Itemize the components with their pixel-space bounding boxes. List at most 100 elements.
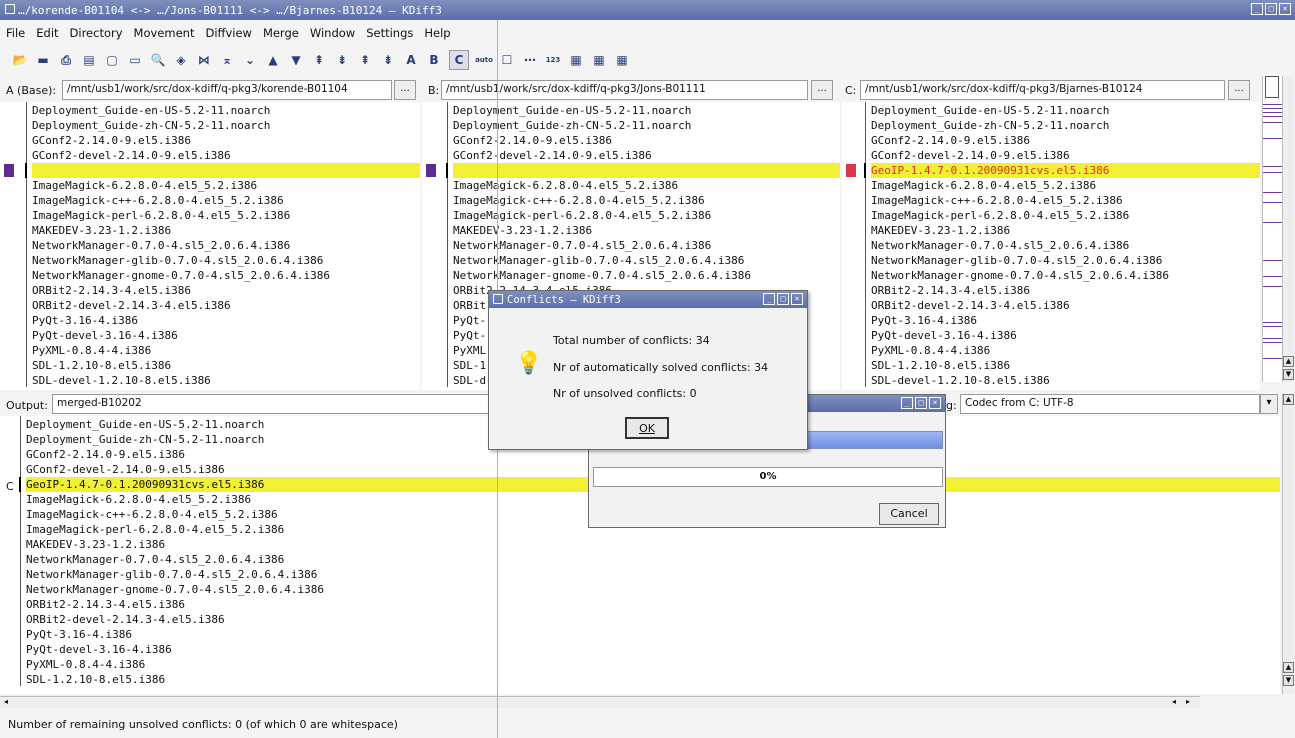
diff-line: PyXML-0.8.4-4.i386 (871, 344, 991, 357)
split-icon[interactable]: ⋯ (522, 52, 538, 68)
menu-diffview[interactable]: Diffview (199, 26, 256, 40)
diff-line: ORBit2-devel-2.14.3-4.el5.i386 (871, 299, 1070, 312)
scroll-left2-icon[interactable]: ◂ (1172, 697, 1176, 706)
overview-strip[interactable] (1262, 76, 1283, 382)
select-a-icon[interactable]: ⇟ (380, 52, 396, 68)
menu-movement[interactable]: Movement (128, 26, 200, 40)
save-icon[interactable]: ▬ (35, 52, 51, 68)
diff-line: Deployment_Guide-en-US-5.2-11.noarch (453, 104, 692, 117)
horizontal-scrollbar[interactable]: ◂ ◂ ▸ (0, 696, 1200, 708)
toolbar-icon-25[interactable]: ▦ (591, 52, 607, 68)
window-menu-icon[interactable] (5, 4, 15, 14)
diff-pane-c[interactable]: Deployment_Guide-en-US-5.2-11.noarch Depl… (842, 102, 1260, 390)
encoding-select[interactable]: Codec from C: UTF-8 (960, 394, 1260, 414)
open-icon[interactable]: 📂 (12, 52, 28, 68)
conflict-marker[interactable] (846, 164, 856, 177)
diff-line: SDL-d (453, 374, 487, 387)
diff-line: MAKEDEV-3.23-1.2.i386 (453, 224, 593, 237)
diff-line: Deployment_Guide-zh-CN-5.2-11.noarch (26, 433, 265, 446)
output-scroll-up-icon[interactable]: ▲ (1283, 394, 1294, 405)
maximize-icon[interactable]: □ (1265, 3, 1277, 15)
show-linenumbers-icon[interactable]: ☐ (499, 52, 515, 68)
dialog-maximize-icon[interactable]: □ (777, 293, 789, 305)
progress-maximize-icon[interactable]: □ (915, 397, 927, 409)
go-next-conflict-icon[interactable]: ⇞ (311, 52, 327, 68)
diff-line: GConf2-devel-2.14.0-9.el5.i386 (32, 149, 231, 162)
diff-line: GConf2-2.14.0-9.el5.i386 (26, 448, 185, 461)
minimize-icon[interactable]: _ (1251, 3, 1263, 15)
menu-merge[interactable]: Merge (257, 26, 304, 40)
toolbar-icon-26[interactable]: ▦ (614, 52, 630, 68)
diff-line: GConf2-devel-2.14.0-9.el5.i386 (453, 149, 652, 162)
go-next-unsolved-icon[interactable]: ⇞ (357, 52, 373, 68)
conflicts-dialog: Conflicts – KDiff3 _ □ × 💡 Total number … (488, 290, 808, 450)
menu-help[interactable]: Help (418, 26, 455, 40)
cancel-button[interactable]: Cancel (879, 503, 939, 525)
scroll-left-icon[interactable]: ◂ (4, 697, 8, 706)
diff-line: GeoIP-1.4.7-0.1.20090931cvs.el5.i386 (871, 163, 1260, 178)
progress-close-icon[interactable]: × (929, 397, 941, 409)
menu-settings[interactable]: Settings (360, 26, 418, 40)
encoding-label: g: (946, 399, 957, 412)
window-titlebar[interactable]: …/korende-B01104 <-> …/Jons-B01111 <-> …… (0, 0, 1295, 20)
progress-minimize-icon[interactable]: _ (901, 397, 913, 409)
select-c-icon[interactable]: B (426, 52, 442, 68)
diff-line: PyQt- (453, 329, 487, 342)
diff-line: ImageMagick-6.2.8.0-4.el5_5.2.i386 (871, 179, 1097, 192)
output-scroll-up2-icon[interactable]: ▲ (1283, 662, 1294, 673)
go-current-icon[interactable]: ◈ (173, 52, 189, 68)
menu-directory[interactable]: Directory (64, 26, 128, 40)
go-prev-conflict-icon[interactable]: ▼ (288, 52, 304, 68)
encoding-dropdown-icon[interactable]: ▾ (1260, 394, 1278, 414)
go-next-delta-icon[interactable]: ▲ (265, 52, 281, 68)
path-a-input[interactable]: /mnt/usb1/work/src/dox-kdiff/q-pkg3/kore… (62, 80, 392, 100)
diff-line: PyQt-3.16-4.i386 (871, 314, 977, 327)
path-a-browse-button[interactable]: ... (394, 80, 416, 100)
diff-line: PyXML-0.8.4-4.i386 (26, 658, 146, 671)
output-scroll-down-icon[interactable]: ▼ (1283, 675, 1294, 686)
go-prev-delta-icon[interactable]: ⌄ (242, 52, 258, 68)
dialog-minimize-icon[interactable]: _ (763, 293, 775, 305)
close-icon[interactable]: × (1279, 3, 1291, 15)
scroll-up-icon[interactable]: ▲ (1283, 356, 1294, 367)
dialog-menu-icon[interactable] (493, 294, 503, 304)
diff-line: PyQt-3.16-4.i386 (26, 628, 132, 641)
diff-pane-a[interactable]: Deployment_Guide-en-US-5.2-11.noarch Depl… (0, 102, 420, 390)
output-filename-input[interactable]: merged-B10202 (52, 394, 492, 414)
copy-icon[interactable]: ▢ (104, 52, 120, 68)
ok-button[interactable]: OK (625, 417, 669, 439)
diff-line: GConf2-2.14.0-9.el5.i386 (871, 134, 1030, 147)
toolbar-icon-24[interactable]: ▦ (568, 52, 584, 68)
overview-icon[interactable]: 123 (545, 52, 561, 68)
go-bottom-icon[interactable]: ⌅ (219, 52, 235, 68)
diff-line: NetworkManager-gnome-0.7.0-4.sl5_2.0.6.4… (871, 269, 1170, 282)
total-conflicts-text: Total number of conflicts: 34 (553, 334, 710, 347)
scroll-right-icon[interactable]: ▸ (1186, 697, 1190, 706)
path-c-browse-button[interactable]: ... (1228, 80, 1250, 100)
auto-advance-icon[interactable]: C (449, 50, 469, 70)
diff-line: ImageMagick-c++-6.2.8.0-4.el5_5.2.i386 (453, 194, 705, 207)
show-whitespace-icon[interactable]: auto (475, 52, 493, 68)
save-as-icon[interactable]: ▤ (81, 52, 97, 68)
go-prev-unsolved-icon[interactable]: ⇟ (334, 52, 350, 68)
menu-file[interactable]: File (0, 26, 30, 40)
diff-line: ORBit2-devel-2.14.3-4.el5.i386 (26, 613, 225, 626)
conflict-marker[interactable] (426, 164, 436, 177)
find-icon[interactable]: 🔍 (150, 52, 166, 68)
print-icon[interactable]: ⎙ (58, 52, 74, 68)
select-b-icon[interactable]: A (403, 52, 419, 68)
dialog-close-icon[interactable]: × (791, 293, 803, 305)
conflict-marker[interactable] (4, 164, 14, 177)
go-top-icon[interactable]: ⋈ (196, 52, 212, 68)
upper-scrollbar[interactable]: ▲ ▼ (1282, 76, 1294, 382)
diff-line: PyQt-devel-3.16-4.i386 (26, 643, 172, 656)
scroll-down-icon[interactable]: ▼ (1283, 369, 1294, 380)
menu-window[interactable]: Window (304, 26, 360, 40)
output-scrollbar[interactable]: ▲ ▲ ▼ (1282, 394, 1294, 694)
paste-icon[interactable]: ▭ (127, 52, 143, 68)
path-c-input[interactable]: /mnt/usb1/work/src/dox-kdiff/q-pkg3/Bjar… (860, 80, 1225, 100)
conflicts-dialog-titlebar[interactable]: Conflicts – KDiff3 _ □ × (489, 291, 807, 308)
menu-edit[interactable]: Edit (30, 26, 63, 40)
diff-line: Deployment_Guide-zh-CN-5.2-11.noarch (32, 119, 271, 132)
path-b-browse-button[interactable]: ... (811, 80, 833, 100)
